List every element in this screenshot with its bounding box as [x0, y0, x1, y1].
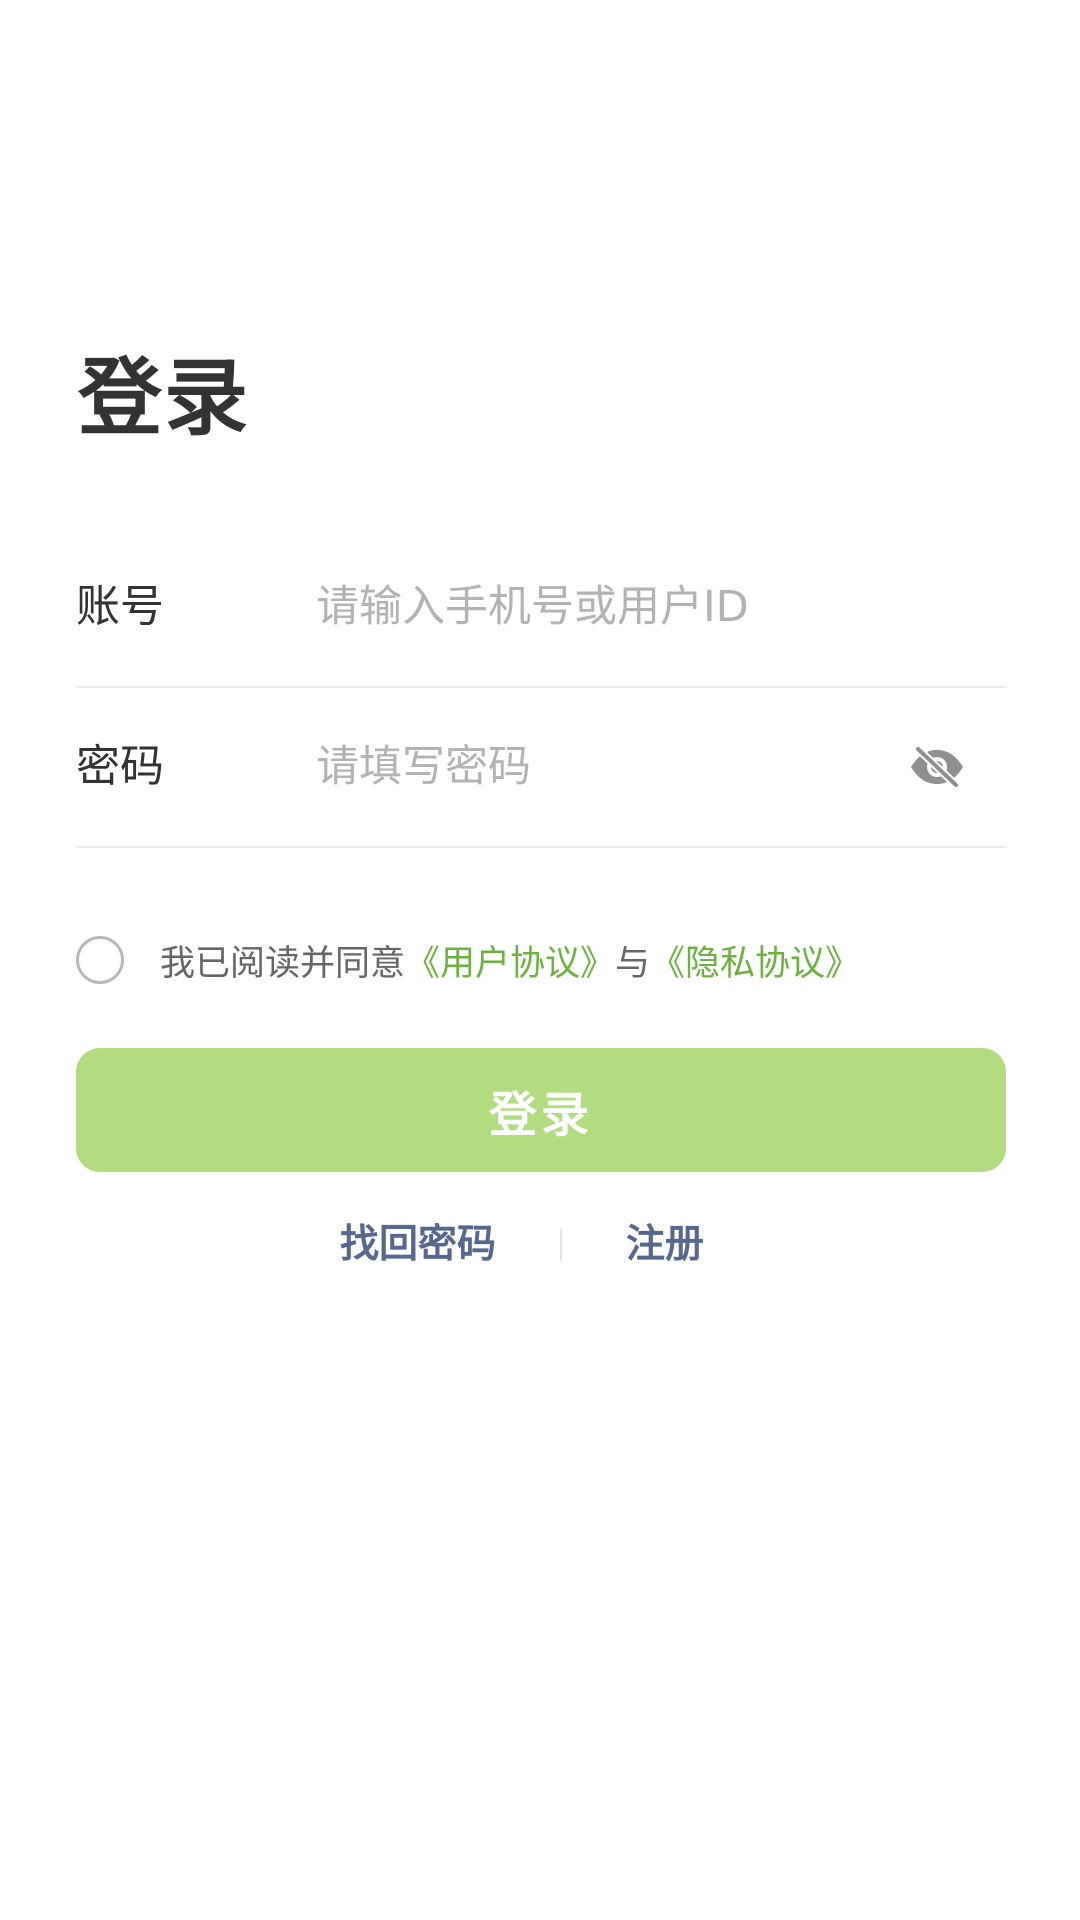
- account-field-row: 账号: [76, 528, 1006, 688]
- links-divider: [560, 1229, 562, 1261]
- register-link[interactable]: 注册: [626, 1215, 704, 1275]
- password-field-row: 密码: [76, 688, 1006, 848]
- bottom-links: 找回密码 注册: [0, 1215, 1080, 1275]
- privacy-policy-link[interactable]: 《隐私协议》: [650, 935, 860, 986]
- agreement-row: 我已阅读并同意 《用户协议》 与 《隐私协议》: [76, 932, 1036, 988]
- forgot-password-link[interactable]: 找回密码: [340, 1215, 496, 1275]
- page-title: 登录: [78, 349, 251, 447]
- account-label: 账号: [76, 581, 164, 632]
- password-input[interactable]: [316, 732, 816, 802]
- agreement-conjunction: 与: [615, 943, 651, 984]
- account-input[interactable]: [316, 572, 916, 642]
- agreement-checkbox[interactable]: [76, 936, 124, 984]
- password-visibility-toggle[interactable]: [908, 738, 966, 796]
- agreement-prefix: 我已阅读并同意: [160, 943, 406, 984]
- login-page: 登录 账号 密码 我已阅读并同意 《用户协议》 与 《隐私协议》 登录 找回密码…: [0, 0, 1080, 1920]
- user-agreement-link[interactable]: 《用户协议》: [405, 935, 615, 986]
- login-button[interactable]: 登录: [76, 1048, 1006, 1172]
- eye-off-icon: [911, 746, 963, 788]
- password-label: 密码: [76, 741, 164, 792]
